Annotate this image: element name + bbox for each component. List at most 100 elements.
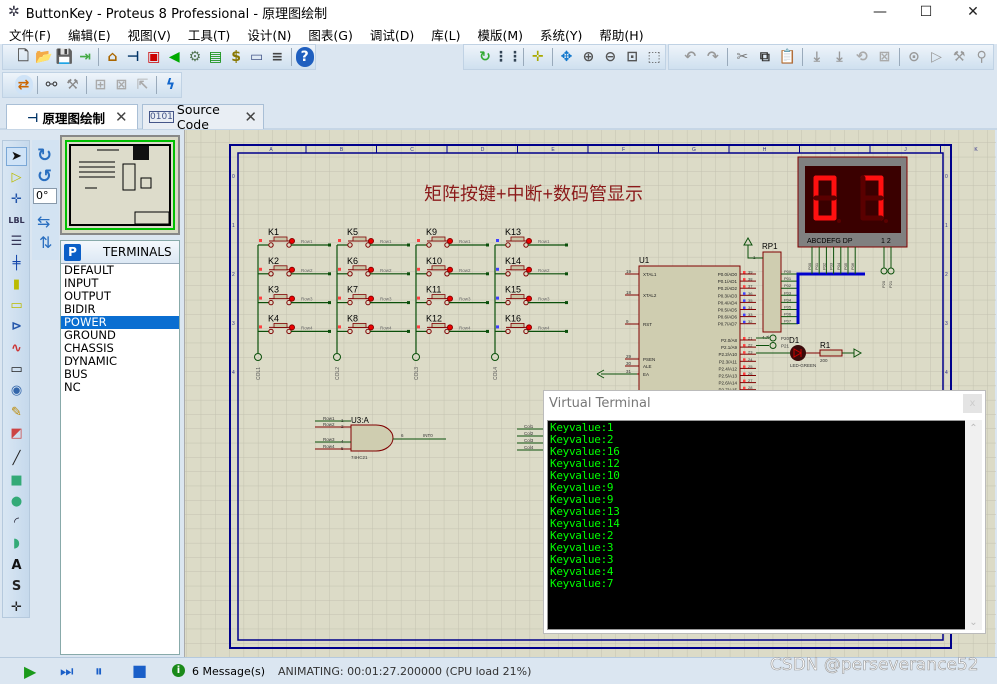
block-move-icon[interactable]: ⤓ xyxy=(830,47,850,67)
copy-icon[interactable]: ⧉ xyxy=(755,47,775,67)
close-button[interactable]: ✕ xyxy=(950,0,996,24)
menu-item[interactable]: 图表(G) xyxy=(299,25,360,44)
new-file-icon[interactable]: 🗋 xyxy=(15,47,33,67)
menu-item[interactable]: 编辑(E) xyxy=(59,25,119,44)
rp1-body[interactable] xyxy=(762,251,782,333)
close-tab-icon[interactable]: ✕ xyxy=(115,108,128,126)
pause-button[interactable]: ⏸ xyxy=(95,662,103,680)
exit-to-parent-icon[interactable]: ⇱ xyxy=(134,75,152,95)
help-icon[interactable]: ? xyxy=(295,47,314,67)
make-device-icon[interactable]: ▷ xyxy=(927,47,947,67)
menu-item[interactable]: 帮助(H) xyxy=(590,25,651,44)
new-sheet-icon[interactable]: ⊞ xyxy=(91,75,109,95)
minimize-button[interactable]: — xyxy=(857,0,903,24)
block-copy-icon[interactable]: ⤓ xyxy=(807,47,827,67)
line-2d-icon[interactable]: ╱ xyxy=(6,449,27,468)
property-assignment-icon[interactable]: ⚒ xyxy=(63,75,81,95)
menu-item[interactable]: 模版(M) xyxy=(468,25,531,44)
zoom-in-icon[interactable]: ⊕ xyxy=(579,47,598,67)
zoom-all-icon[interactable]: ⊡ xyxy=(623,47,642,67)
pick-button[interactable]: P xyxy=(64,243,81,261)
terminal-output[interactable]: Keyvalue:1 Keyvalue:2 Keyvalue:16 Keyvalue:… xyxy=(547,420,967,630)
undo-icon[interactable]: ↶ xyxy=(681,47,701,67)
scroll-up-icon[interactable]: ⌃ xyxy=(965,423,982,434)
grid-icon[interactable]: ⋮⋮ xyxy=(494,47,522,67)
menu-item[interactable]: 系统(Y) xyxy=(531,25,590,44)
open-folder-icon[interactable]: 📂 xyxy=(35,47,53,67)
menu-item[interactable]: 设计(N) xyxy=(238,25,299,44)
selection-mode-icon[interactable]: ➤ xyxy=(6,147,27,166)
source-code-icon[interactable]: ▭ xyxy=(248,47,266,67)
decompose-icon[interactable]: ⚲ xyxy=(972,47,992,67)
device-pins-icon[interactable]: ⊳ xyxy=(6,317,27,336)
zoom-out-icon[interactable]: ⊖ xyxy=(601,47,620,67)
terminals-mode-icon[interactable]: ▭ xyxy=(6,296,27,315)
redo-icon[interactable]: ↷ xyxy=(703,47,723,67)
box-2d-icon[interactable]: ■ xyxy=(6,471,27,490)
wire-autorouter-icon[interactable]: ⇄ xyxy=(14,75,33,95)
step-button[interactable]: ⏭ xyxy=(60,662,74,680)
virtual-instruments-icon[interactable]: ◩ xyxy=(6,424,27,443)
active-popup-icon[interactable]: ▭ xyxy=(6,360,27,379)
led-d1[interactable] xyxy=(790,345,806,361)
marker-2d-icon[interactable]: ✛ xyxy=(6,598,27,617)
design-explorer-icon[interactable]: ▤ xyxy=(207,47,225,67)
schematic-icon[interactable]: ⊣ xyxy=(124,47,142,67)
subcircuit-icon[interactable]: ▮ xyxy=(6,275,27,294)
remove-sheet-icon[interactable]: ⊠ xyxy=(112,75,130,95)
home-icon[interactable]: ⌂ xyxy=(104,47,122,67)
mirror-y-button[interactable]: ⇅ xyxy=(39,233,52,252)
electrical-rule-check-icon[interactable]: ϟ xyxy=(161,75,179,95)
pick-device-icon[interactable]: ⊙ xyxy=(904,47,924,67)
u3-and-gate[interactable] xyxy=(350,424,394,452)
close-tab-icon[interactable]: ✕ xyxy=(244,108,257,126)
cut-icon[interactable]: ✂ xyxy=(733,47,753,67)
text-2d-icon[interactable]: A xyxy=(6,556,27,575)
terminal-scrollbar[interactable]: ⌃ ⌄ xyxy=(965,420,982,630)
play-button[interactable]: ▶ xyxy=(24,662,36,681)
generator-mode-icon[interactable]: ◉ xyxy=(6,381,27,400)
terminal-type-item[interactable]: NC xyxy=(61,381,179,394)
search-icon[interactable]: ⚯ xyxy=(42,75,60,95)
virtual-terminal-close-button[interactable]: x xyxy=(963,394,982,413)
tab-schematic[interactable]: ⊣ 原理图绘制 ✕ xyxy=(6,104,138,129)
rotate-clockwise-button[interactable]: ↻ xyxy=(37,145,52,166)
zoom-area-icon[interactable]: ⬚ xyxy=(645,47,664,67)
gerber-icon[interactable]: ⚙ xyxy=(186,47,204,67)
menu-item[interactable]: 视图(V) xyxy=(119,25,179,44)
junction-dot-icon[interactable]: ✛ xyxy=(6,190,27,209)
wire-label-icon[interactable]: LBL xyxy=(6,211,27,230)
origin-icon[interactable]: ✛ xyxy=(528,47,547,67)
stop-button[interactable]: ■ xyxy=(132,661,147,680)
virtual-terminal-window[interactable]: Virtual Terminal x Keyvalue:1 Keyvalue:2 K… xyxy=(543,390,986,634)
arc-2d-icon[interactable]: ◜ xyxy=(6,513,27,532)
rotate-anticlockwise-button[interactable]: ↺ xyxy=(37,166,52,187)
buses-icon[interactable]: ╪ xyxy=(6,254,27,273)
component-mode-icon[interactable]: ▷ xyxy=(6,168,27,187)
probe-mode-icon[interactable]: ✎ xyxy=(6,403,27,422)
pcb-icon[interactable]: ▣ xyxy=(145,47,163,67)
import-icon[interactable]: ⇥ xyxy=(76,47,94,67)
rotation-angle-field[interactable]: 0° xyxy=(33,188,57,204)
paste-icon[interactable]: 📋 xyxy=(778,47,798,67)
menu-item[interactable]: 调试(D) xyxy=(361,25,422,44)
tab-source-code[interactable]: 0101 Source Code ✕ xyxy=(142,102,264,132)
pan-icon[interactable]: ✥ xyxy=(557,47,576,67)
graph-mode-icon[interactable]: ∿ xyxy=(6,339,27,358)
circle-2d-icon[interactable]: ● xyxy=(6,492,27,511)
block-delete-icon[interactable]: ⊠ xyxy=(875,47,895,67)
notes-icon[interactable]: ≡ xyxy=(268,47,286,67)
scroll-down-icon[interactable]: ⌄ xyxy=(965,617,982,628)
overview-window[interactable] xyxy=(60,135,180,235)
text-script-icon[interactable]: ☰ xyxy=(6,232,27,251)
refresh-icon[interactable]: ↻ xyxy=(476,47,495,67)
maximize-button[interactable]: ☐ xyxy=(903,0,949,24)
menu-item[interactable]: 库(L) xyxy=(422,25,468,44)
symbol-2d-icon[interactable]: S xyxy=(6,577,27,596)
3d-icon[interactable]: ◀ xyxy=(166,47,184,67)
save-icon[interactable]: 💾 xyxy=(56,47,74,67)
path-2d-icon[interactable]: ◗ xyxy=(6,534,27,553)
resistor-r1[interactable] xyxy=(819,349,843,357)
menu-item[interactable]: 文件(F) xyxy=(0,25,59,44)
messages-count[interactable]: 6 Message(s) xyxy=(192,665,265,678)
